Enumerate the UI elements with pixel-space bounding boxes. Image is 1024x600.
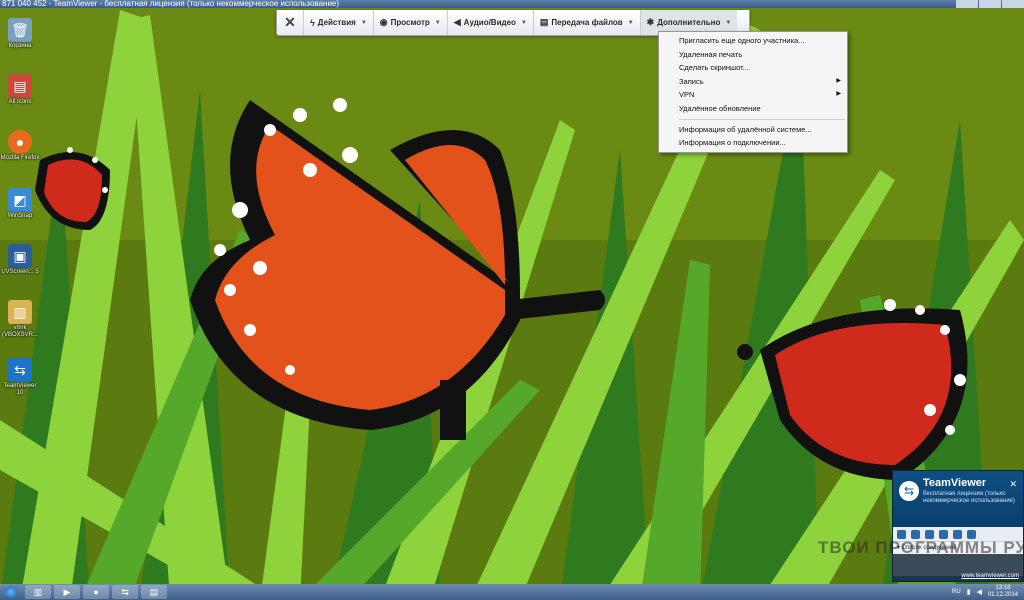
tools-icon: ✱: [646, 17, 655, 27]
panel-close-icon[interactable]: ✕: [1009, 479, 1017, 490]
uvscreen-icon: ▣: [8, 244, 32, 268]
toolbar-view-button[interactable]: ◉ Просмотр ▼: [374, 10, 448, 35]
menu-item-label: Запись: [679, 76, 704, 86]
window-controls: [955, 0, 1024, 8]
window-titlebar: 871 040 452 - TeamViewer - бесплатная ли…: [0, 0, 1024, 8]
folder-icon: ▤: [8, 74, 32, 98]
menu-item-remote-update[interactable]: Удалённое обновление: [659, 102, 847, 116]
extras-dropdown-menu: Пригласить еще одного участника... Удале…: [658, 31, 848, 153]
toolbar-close-button[interactable]: ✕: [277, 10, 304, 35]
taskbar: ▥ ▶ ● ⇆ ▤ RU ▮ ◀ 13:18 01.12.2014: [0, 584, 1024, 600]
butterfly-wallpaper: [0, 0, 1024, 600]
menu-item-label: Информация о подключении...: [679, 138, 786, 148]
menu-item-label: Сделать скриншот...: [679, 63, 749, 73]
clock-time: 13:18: [995, 585, 1011, 591]
teamviewer-panel: ⇆ TeamViewer бесплатная лицензия (только…: [892, 470, 1024, 582]
menu-separator: [679, 118, 845, 120]
menu-item-label: Информация об удалённой системе...: [679, 124, 812, 134]
desktop-icon-vmrk-folder[interactable]: ▥ vmrk (VBOXSVR...: [0, 300, 40, 339]
submenu-arrow-icon: ▶: [836, 91, 841, 98]
watermark-text: ТВОИ ПРОГРАММЫ РУ: [818, 538, 1024, 557]
media-player-icon: ▶: [63, 586, 71, 597]
chevron-down-icon: ▼: [520, 19, 527, 26]
menu-item-label: Удалённое обновление: [679, 103, 761, 113]
taskbar-teamviewer[interactable]: ⇆: [112, 585, 138, 599]
menu-item-screenshot[interactable]: Сделать скриншот...: [659, 61, 847, 75]
explorer-icon: ▥: [33, 586, 43, 597]
close-icon: ✕: [284, 14, 296, 30]
toolbar-actions-button[interactable]: ϟ Действия ▼: [304, 10, 374, 35]
windows-logo-icon: [5, 586, 17, 598]
clock-date: 01.12.2014: [987, 592, 1018, 598]
menu-item-connection-info[interactable]: Информация о подключении...: [659, 136, 847, 150]
menu-item-record[interactable]: Запись ▶: [659, 75, 847, 89]
taskbar-folder[interactable]: ▤: [141, 585, 167, 599]
folder-icon: ▤: [149, 586, 159, 597]
toolbar-actions-label: Действия: [317, 18, 356, 27]
desktop-icon-label: vmrk (VBOXSVR...: [1, 325, 38, 338]
system-clock[interactable]: 13:18 01.12.2014: [988, 585, 1018, 599]
menu-item-label: Пригласить еще одного участника...: [679, 36, 805, 45]
system-tray: RU ▮ ◀ 13:18 01.12.2014: [952, 584, 1024, 600]
desktop-icon-uvscreen[interactable]: ▣ UVScreen... 5: [0, 244, 40, 276]
lightning-icon: ϟ: [310, 17, 315, 28]
menu-item-remote-system-info[interactable]: Информация об удалённой системе...: [659, 123, 847, 137]
winsnap-icon: ◩: [8, 188, 32, 212]
taskbar-explorer[interactable]: ▥: [25, 585, 51, 599]
maximize-button[interactable]: [979, 0, 1001, 8]
volume-icon[interactable]: ◀: [977, 588, 982, 596]
teamviewer-icon: ⇆: [121, 586, 129, 597]
desktop-icon-label: Корзина: [8, 43, 32, 49]
teamviewer-icon: ⇆: [8, 358, 32, 382]
folder-icon: ▥: [8, 300, 32, 324]
desktop-icon-label: All Icons: [8, 99, 32, 105]
eye-icon: ◉: [379, 17, 388, 27]
taskbar-media-player[interactable]: ▶: [54, 585, 80, 599]
start-button[interactable]: [0, 584, 22, 600]
teamviewer-website-link[interactable]: www.teamviewer.com: [961, 573, 1019, 579]
firefox-icon: ●: [93, 587, 99, 597]
file-transfer-icon: ▤: [539, 17, 549, 27]
desktop-icon-label: WinSnap: [7, 213, 33, 219]
menu-item-label: VPN: [679, 90, 695, 100]
toolbar-file-transfer-button[interactable]: ▤ Передача файлов ▼: [534, 10, 641, 35]
submenu-arrow-icon: ▶: [836, 77, 841, 84]
teamviewer-brand: TeamViewer: [923, 477, 987, 489]
toolbar-extras-label: Дополнительно: [657, 18, 721, 27]
desktop-icon-winsnap[interactable]: ◩ WinSnap: [0, 188, 40, 220]
chevron-down-icon: ▼: [627, 19, 634, 26]
menu-item-vpn[interactable]: VPN ▶: [659, 88, 847, 102]
desktop-icon-label: UVScreen... 5: [1, 269, 39, 275]
toolbar-file-transfer-label: Передача файлов: [551, 18, 623, 27]
desktop-icon-firefox[interactable]: ● Mozilla Firefox: [0, 130, 40, 162]
firefox-icon: ●: [8, 130, 32, 154]
window-title: 871 040 452 - TeamViewer - бесплатная ли…: [2, 0, 340, 8]
close-window-button[interactable]: [1002, 0, 1024, 8]
menu-item-label: Удаленная печать: [679, 49, 743, 59]
desktop-icon-recycle-bin[interactable]: 🗑 Корзина: [0, 18, 40, 50]
menu-item-remote-print[interactable]: Удаленная печать: [659, 48, 847, 62]
menu-item-invite-participant[interactable]: Пригласить еще одного участника...: [659, 34, 847, 48]
toolbar-view-label: Просмотр: [390, 18, 430, 27]
desktop-icon-label: TeamViewer 10: [3, 383, 37, 396]
desktop-icon-teamviewer[interactable]: ⇆ TeamViewer 10: [0, 358, 40, 397]
recycle-bin-icon: 🗑: [8, 18, 32, 42]
chevron-down-icon: ▼: [434, 19, 441, 26]
teamviewer-panel-header: ⇆ TeamViewer бесплатная лицензия (только…: [893, 471, 1023, 527]
toolbar-audio-video-button[interactable]: ◀ Аудио/Видео ▼: [448, 10, 534, 35]
chevron-down-icon: ▼: [725, 19, 732, 26]
chevron-down-icon: ▼: [360, 19, 367, 26]
desktop-icon-all-icons[interactable]: ▤ All Icons: [0, 74, 40, 106]
remote-desktop[interactable]: 871 040 452 - TeamViewer - бесплатная ли…: [0, 0, 1024, 600]
teamviewer-license-text: бесплатная лицензия (только некоммерческ…: [923, 491, 1015, 504]
teamviewer-logo-icon: ⇆: [899, 481, 919, 501]
network-icon[interactable]: ▮: [967, 588, 971, 596]
speaker-icon: ◀: [453, 17, 461, 27]
language-indicator[interactable]: RU: [952, 589, 961, 595]
toolbar-audio-video-label: Аудио/Видео: [463, 18, 516, 27]
taskbar-firefox[interactable]: ●: [83, 585, 109, 599]
desktop-icon-label: Mozilla Firefox: [0, 155, 40, 161]
minimize-button[interactable]: [956, 0, 978, 8]
